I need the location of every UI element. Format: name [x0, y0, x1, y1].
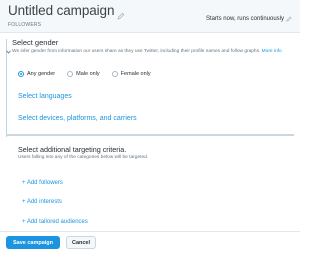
select-devices-link[interactable]: Select devices, platforms, and carriers [18, 115, 137, 122]
title-row: Untitled campaign [8, 3, 125, 20]
chevron-down-icon[interactable] [6, 41, 11, 54]
radio-any-gender[interactable]: Any gender [18, 71, 55, 77]
cancel-button[interactable]: Cancel [66, 236, 96, 249]
save-campaign-button[interactable]: Save campaign [6, 236, 60, 249]
add-followers-link[interactable]: + Add followers [22, 180, 63, 186]
gender-radio-group: Any gender Male only Female only [18, 71, 163, 77]
radio-button[interactable] [111, 71, 118, 77]
schedule-status[interactable]: Starts now, runs continuously [206, 16, 292, 22]
radio-male-only[interactable]: Male only [67, 71, 100, 77]
radio-female-only[interactable]: Female only [111, 71, 151, 77]
gender-section: Select gender We infer gender from infor… [6, 38, 292, 55]
gender-description-text: We infer gender from information our use… [12, 49, 261, 54]
campaign-type-label: FOLLOWERS [8, 22, 42, 28]
footer-divider [0, 231, 300, 232]
more-info-link[interactable]: More info [262, 49, 282, 54]
targeting-description: Users falling into any of the categories… [18, 155, 149, 160]
radio-label: Male only [76, 71, 100, 77]
targeting-title: Select additional targeting criteria. [18, 145, 127, 154]
footer-bar: Save campaign Cancel [0, 231, 300, 255]
schedule-text: Starts now, runs continuously [205, 16, 284, 22]
radio-label: Female only [120, 71, 151, 77]
targeting-section: Select additional targeting criteria. Us… [18, 145, 288, 161]
gender-section-title[interactable]: Select gender [12, 38, 292, 47]
add-interests-link[interactable]: + Add interests [22, 199, 62, 205]
add-tailored-audiences-link[interactable]: + Add tailored audiences [22, 219, 88, 225]
radio-button[interactable] [67, 71, 74, 77]
campaign-header: Untitled campaign FOLLOWERS Starts now, … [0, 0, 300, 33]
radio-button-selected[interactable] [18, 71, 24, 77]
edit-title-pencil-icon[interactable] [117, 7, 125, 20]
select-languages-link[interactable]: Select languages [18, 93, 72, 100]
section-divider [6, 134, 294, 136]
gender-description: We infer gender from information our use… [12, 49, 282, 55]
edit-schedule-pencil-icon[interactable] [286, 16, 292, 22]
campaign-title: Untitled campaign [8, 3, 115, 18]
radio-label: Any gender [27, 71, 56, 77]
